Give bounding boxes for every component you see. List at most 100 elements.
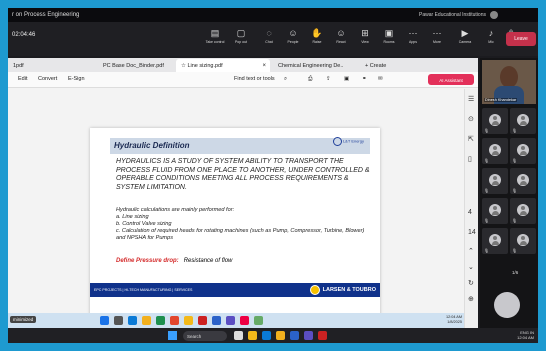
app-icon[interactable] [240,316,249,325]
link-icon[interactable]: ⚭ [362,76,367,82]
refresh-icon[interactable]: ↻ [468,279,474,287]
search-icon[interactable]: ⌕ [284,76,287,83]
search-icon[interactable] [114,316,123,325]
app-icon[interactable] [254,316,263,325]
edge-icon[interactable] [128,316,137,325]
esign-menu[interactable]: E-Sign [68,76,85,82]
participant-tile[interactable]: 🎙 [510,138,536,164]
teams-icon[interactable] [304,331,313,340]
toolbar-react-button[interactable]: ☺ React [330,27,352,51]
taskbar-search[interactable]: Search [183,331,227,341]
list-item: a. Line sizing [116,214,149,220]
edge-icon[interactable] [262,331,271,340]
toolbar-more-button[interactable]: ⋯ More [426,27,448,51]
participant-tile[interactable]: 🎙 [482,108,508,134]
participant-tile[interactable]: 🎙 [482,138,508,164]
pressure-drop-line: Define Pressure drop: Resistance of flow [116,258,232,264]
ai-assistant-button[interactable]: AI Assistant [428,74,474,85]
zoom-in-icon[interactable]: ⊕ [468,295,474,303]
windows-start-icon[interactable] [100,316,109,325]
find-tools-input[interactable]: Find text or tools [234,76,275,82]
stamp-icon[interactable]: ⊙ [468,115,474,123]
toolbar-people-button[interactable]: ☺ People [282,27,304,51]
edit-menu[interactable]: Edit [18,76,27,82]
pages-icon[interactable]: ▯ [468,155,472,163]
tab-chemical-engineering[interactable]: Chemical Engineering De.. [273,59,363,72]
toolbar-view-button[interactable]: ⊞ View [354,27,376,51]
word-icon[interactable] [290,331,299,340]
toolbar-chat-button[interactable]: ◌ Chat [258,27,280,51]
powerpoint-icon[interactable] [170,316,179,325]
chrome-icon[interactable] [142,316,151,325]
page-total: 14 [468,229,476,236]
meeting-timer: 02:04:46 [12,32,36,38]
toolbar-camera-button[interactable]: ▶ Camera [454,27,476,51]
toolbar-raise-button[interactable]: ✋ Raise [306,27,328,51]
system-taskbar: Search ENG IN 12:04 AM [8,328,538,343]
toolbar-label: React [336,40,346,44]
toolbar-icon: ▤ [210,28,220,38]
mail-icon[interactable]: ✉ [378,76,383,82]
share-icon[interactable]: ⇪ [326,76,331,82]
participant-tile[interactable]: 🎙 [510,108,536,134]
toolbar-label: Camera [458,40,472,44]
word-icon[interactable] [212,316,221,325]
avatar [489,114,501,126]
create-tab-button[interactable]: + Create [360,59,394,72]
participant-tile[interactable]: 🎙 [482,198,508,224]
pdf-app-icon[interactable] [318,331,327,340]
toolbar-pop-out-button[interactable]: ▢ Pop out [230,27,252,51]
toolbar-apps-button[interactable]: ⋯ Apps [402,27,424,51]
avatar [489,144,501,156]
meeting-title-bar: r on Process Engineering Pawar Education… [8,8,538,22]
list-item: b. Control Valve sizing [116,221,172,227]
participant-tile[interactable]: 🎙 [510,198,536,224]
chrome-icon[interactable] [276,331,285,340]
toolbar-rooms-button[interactable]: ▣ Rooms [378,27,400,51]
footer-tagline: EPC PROJECTS | HI-TECH MANUFACTURING | S… [94,288,193,292]
pdf-app-icon[interactable] [198,316,207,325]
reader-side-panel: ☰ ⊙ ⇱ ▯ 4 14 ⌃ ⌄ ↻ ⊕ [464,89,478,328]
participant-tile[interactable]: 🎙 [482,228,508,254]
save-icon[interactable]: ▣ [344,76,349,82]
page-up-icon[interactable]: ⌃ [468,247,474,255]
tab-line-sizing[interactable]: ☆ Line sizing.pdf × [176,59,270,72]
user-avatar[interactable] [490,11,498,19]
excel-icon[interactable] [156,316,165,325]
leave-button[interactable]: Leave [506,32,536,46]
convert-menu[interactable]: Convert [38,76,57,82]
participant-tile[interactable]: 🎙 [482,168,508,194]
minimized-window[interactable]: minimized [10,316,37,323]
task-view-icon[interactable] [234,331,243,340]
toolbar-take-control-button[interactable]: ▤ Take control [204,27,226,51]
toolbar-mic-button[interactable]: ♪ Mic [480,27,502,51]
presenter-video[interactable]: Dinesh Khandekar [482,60,536,104]
tab-1pdf[interactable]: 1pdf [8,59,72,72]
teams-icon[interactable] [226,316,235,325]
comment-icon[interactable]: ☰ [468,95,474,103]
presenter-name: Dinesh Khandekar [484,98,518,102]
tab-pc-base-doc[interactable]: PC Base Doc_Binder.pdf [98,59,172,72]
print-icon[interactable]: ⎙ [308,76,312,83]
avatar [489,174,501,186]
mic-icon: 🎙 [484,218,490,223]
windows-start-icon[interactable] [168,331,177,340]
mic-icon: 🎙 [484,128,490,133]
toolbar-icon: ☺ [336,28,346,38]
avatar[interactable] [494,292,520,318]
avatar [517,234,529,246]
folder-icon[interactable] [248,331,257,340]
folder-icon[interactable] [184,316,193,325]
system-tray-clock: ENG IN 12:04 AM [517,330,534,340]
export-icon[interactable]: ⇱ [468,135,474,143]
toolbar-icon: ⋯ [408,28,418,38]
participant-tile[interactable]: 🎙 [510,168,536,194]
participants-pager[interactable]: 1/6 [512,270,518,275]
define-value: Resistance of flow [183,258,233,264]
toolbar-icon: ▢ [236,28,246,38]
toolbar-label: People [287,40,299,44]
participant-tile[interactable]: 🎙 [510,228,536,254]
mic-icon: 🎙 [512,218,518,223]
close-icon[interactable]: × [262,63,266,69]
page-down-icon[interactable]: ⌄ [468,263,474,271]
